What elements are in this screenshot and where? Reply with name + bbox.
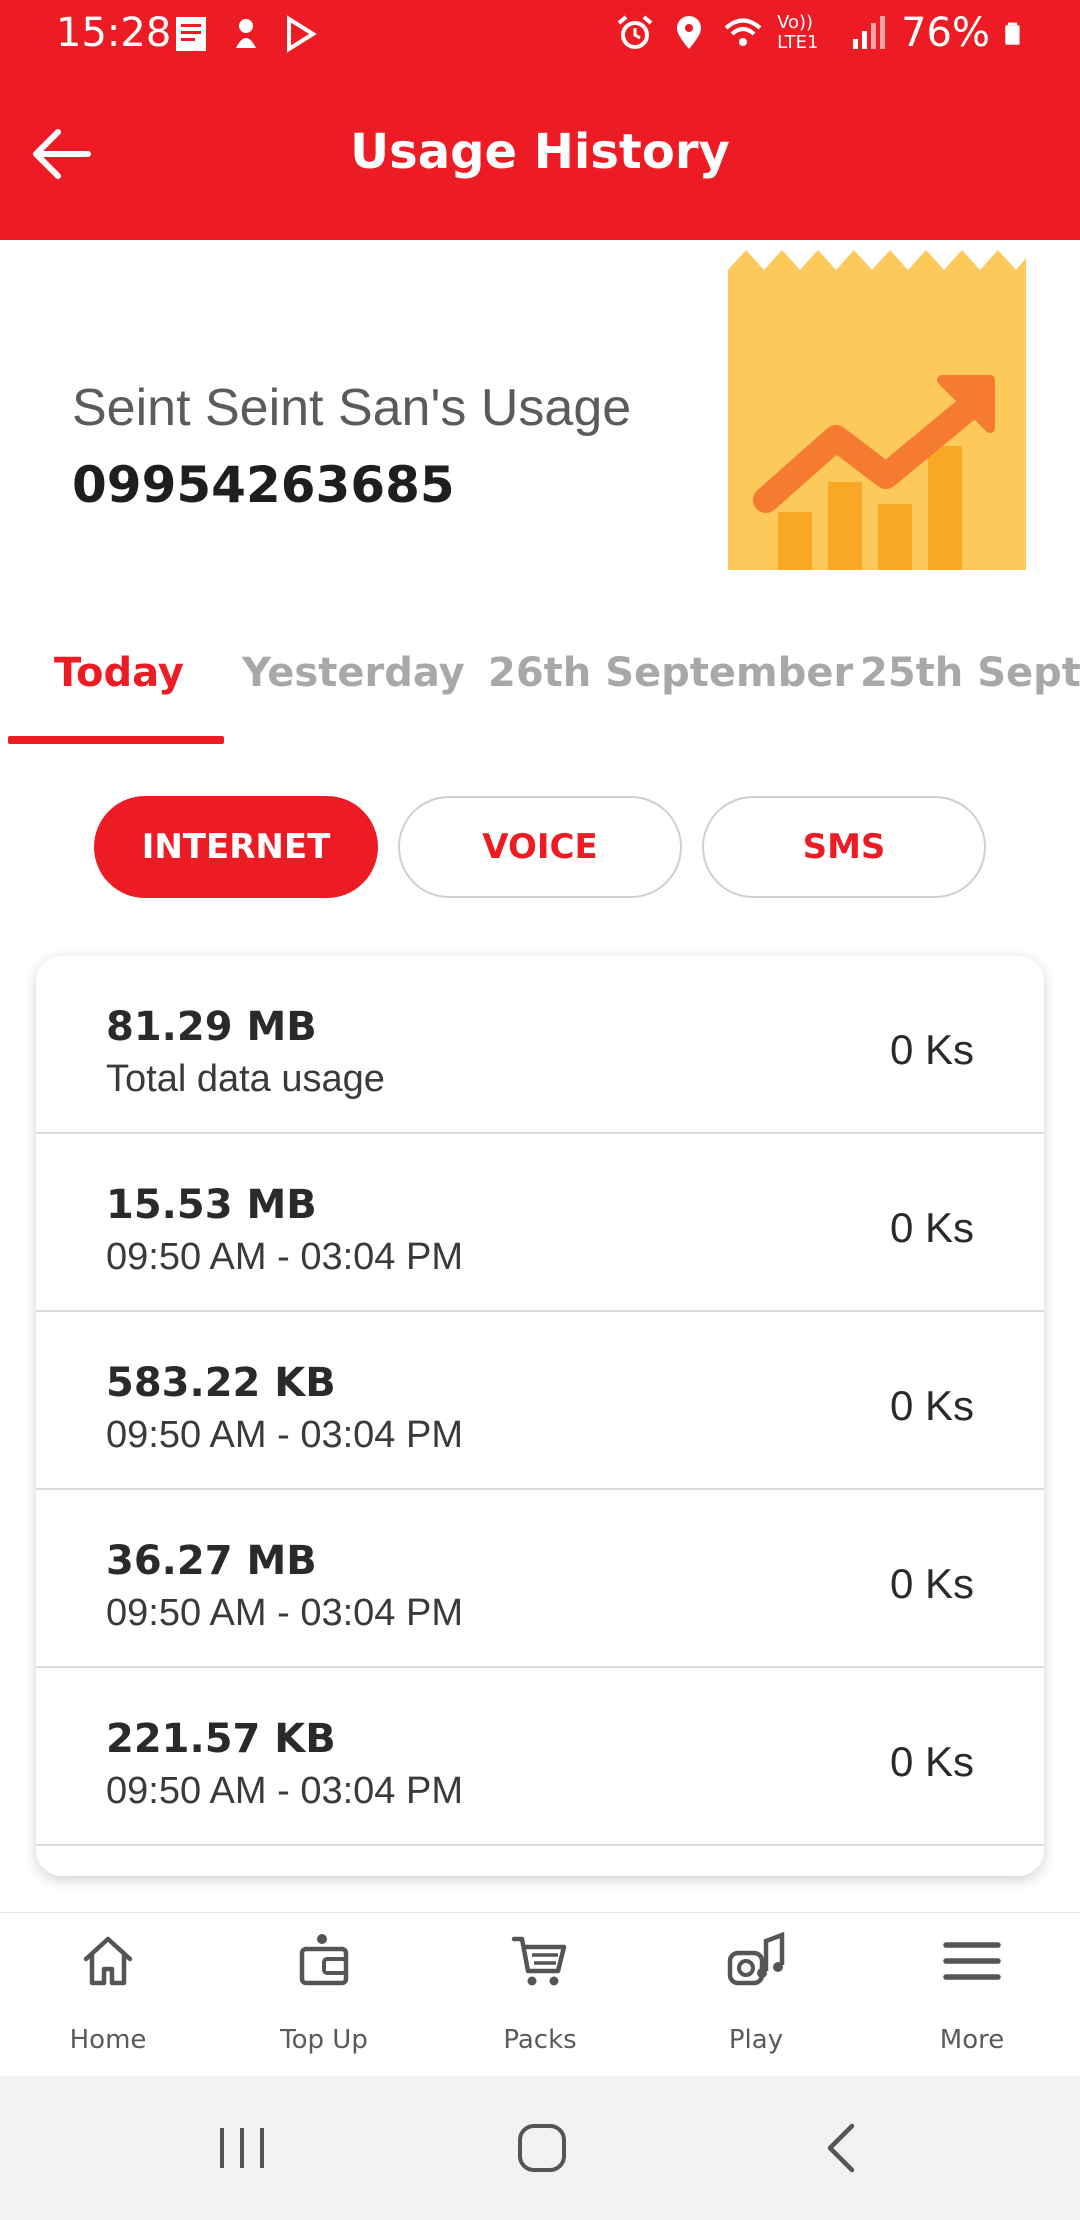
status-bar: 15:28 Vo)) LTE1 76% <box>0 0 1080 72</box>
tab-today[interactable]: Today <box>54 650 184 696</box>
usage-row: 221.57 KB 09:50 AM - 03:04 PM 0 Ks <box>36 1668 1044 1846</box>
system-navigation-bar <box>0 2076 1080 2220</box>
usage-row: 36.27 MB 09:50 AM - 03:04 PM 0 Ks <box>36 1490 1044 1668</box>
phone-number: 09954263685 <box>72 456 455 514</box>
page-title: Usage History <box>350 124 730 180</box>
filter-internet-button[interactable]: INTERNET <box>94 796 378 898</box>
usage-cost: 0 Ks <box>889 1204 974 1251</box>
signal-icon <box>853 16 886 49</box>
usage-time-range: 09:50 AM - 03:04 PM <box>106 1592 463 1634</box>
app-bar: Usage History <box>0 72 1080 240</box>
recent-apps-icon[interactable] <box>210 2116 274 2180</box>
usage-cost: 0 Ks <box>889 1026 974 1073</box>
home-icon <box>83 1936 133 1986</box>
bottom-navigation: Home Top Up Packs Play More <box>0 1912 1080 2077</box>
home-nav-icon[interactable] <box>510 2116 574 2180</box>
usage-cost: 0 Ks <box>889 1738 974 1785</box>
nav-play[interactable]: Play <box>648 1913 864 2077</box>
nav-home[interactable]: Home <box>0 1913 216 2077</box>
status-time: 15:28 <box>56 10 172 56</box>
tab-yesterday[interactable]: Yesterday <box>242 650 465 696</box>
active-tab-indicator <box>8 736 224 744</box>
battery-icon <box>1005 22 1020 45</box>
usage-amount: 81.29 MB <box>106 1004 317 1050</box>
usage-amount: 36.27 MB <box>106 1538 317 1584</box>
usage-row: 15.53 MB 09:50 AM - 03:04 PM 0 Ks <box>36 1134 1044 1312</box>
music-icon <box>727 1931 785 1986</box>
filter-voice-button[interactable]: VOICE <box>398 796 682 898</box>
cart-icon <box>511 1936 567 1986</box>
status-notification-icons <box>172 14 320 54</box>
battery-percent: 76% <box>901 10 990 56</box>
android-icon <box>236 19 256 48</box>
usage-time-range: 09:50 AM - 03:04 PM <box>106 1770 463 1812</box>
nav-packs[interactable]: Packs <box>432 1913 648 2077</box>
usage-owner-label: Seint Seint San's Usage <box>72 379 632 437</box>
wallet-icon <box>299 1934 349 1986</box>
location-icon <box>677 16 702 49</box>
usage-cost: 0 Ks <box>889 1382 974 1429</box>
nav-label: Packs <box>503 2025 577 2055</box>
usage-chart-illustration <box>728 250 1026 570</box>
nav-top-up[interactable]: Top Up <box>216 1913 432 2077</box>
usage-time-range: 09:50 AM - 03:04 PM <box>106 1414 463 1456</box>
nav-more[interactable]: More <box>864 1913 1080 2077</box>
usage-amount: 583.22 KB <box>106 1360 336 1406</box>
wifi-icon <box>724 18 762 46</box>
filter-sms-button[interactable]: SMS <box>702 796 986 898</box>
usage-amount: 221.57 KB <box>106 1716 336 1762</box>
usage-row: 583.22 KB 09:50 AM - 03:04 PM 0 Ks <box>36 1312 1044 1490</box>
status-system-icons: Vo)) LTE1 76% <box>615 10 1030 56</box>
date-tabs: Today Yesterday 26th September 25th Sept… <box>0 640 1080 750</box>
nav-label: Top Up <box>280 2025 368 2055</box>
notes-icon <box>176 17 206 51</box>
nav-label: Play <box>728 2025 784 2055</box>
usage-cost: 0 Ks <box>889 1560 974 1607</box>
usage-amount: 15.53 MB <box>106 1182 317 1228</box>
usage-time-range: 09:50 AM - 03:04 PM <box>106 1236 463 1278</box>
play-store-icon <box>287 15 317 53</box>
nav-label: More <box>939 2025 1005 2055</box>
tab-26th-september[interactable]: 26th September <box>488 650 853 696</box>
menu-icon <box>943 1942 1001 1980</box>
nav-label: Home <box>69 2025 147 2055</box>
usage-description: Total data usage <box>106 1058 385 1100</box>
usage-row-total: 81.29 MB Total data usage 0 Ks <box>36 956 1044 1134</box>
tab-25th-september[interactable]: 25th September <box>860 650 1080 696</box>
alarm-icon <box>617 15 653 49</box>
network-label: Vo)) LTE1 <box>777 12 819 53</box>
usage-list: 81.29 MB Total data usage 0 Ks 15.53 MB … <box>36 956 1044 1876</box>
back-nav-icon[interactable] <box>812 2116 876 2180</box>
